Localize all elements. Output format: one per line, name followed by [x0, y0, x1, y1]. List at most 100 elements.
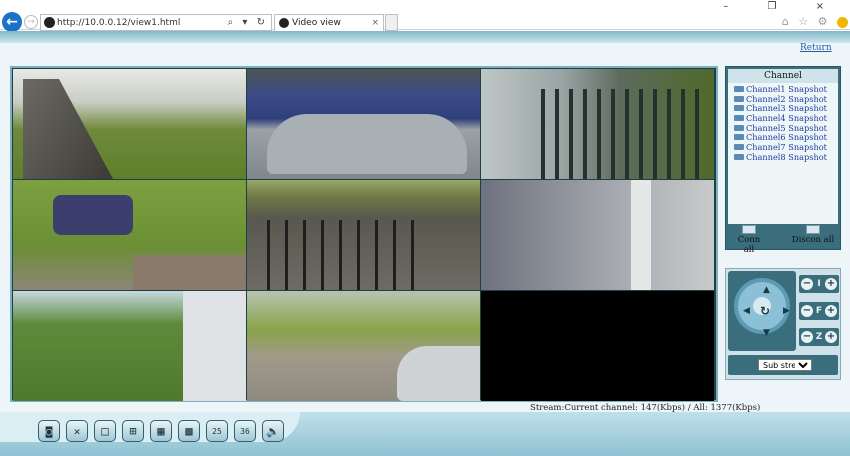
iris-plus-button[interactable]: +	[824, 278, 837, 290]
address-url[interactable]: http://10.0.0.12/view1.html	[57, 16, 180, 30]
camera-icon	[734, 134, 744, 141]
stream-select-box: Sub stream	[728, 355, 838, 375]
arrow-down-icon[interactable]: ▼	[763, 328, 770, 338]
back-button[interactable]: ←	[2, 12, 22, 32]
video-cell-2[interactable]	[247, 69, 480, 179]
zoom-label: Z	[815, 332, 823, 342]
auto-rotate-icon[interactable]: ↻	[760, 304, 770, 318]
focus-plus-button[interactable]: +	[825, 305, 837, 317]
feedback-smiley-icon[interactable]	[837, 16, 848, 28]
home-star-gear-icons[interactable]: ⌂ ☆ ⚙	[782, 15, 831, 28]
address-bar[interactable]: http://10.0.0.12/view1.html ⌕ ▾ ↻	[40, 14, 272, 31]
camera-icon	[734, 114, 744, 121]
video-cell-8[interactable]	[247, 291, 480, 401]
focus-label: F	[815, 306, 823, 316]
list-item[interactable]: Channel2 Snapshot	[734, 94, 838, 104]
channel-label[interactable]: Channel4 Snapshot	[746, 113, 827, 123]
tab-favicon-icon	[279, 18, 289, 28]
table-shape	[53, 195, 133, 235]
arrow-left-icon[interactable]: ◀	[743, 306, 750, 316]
browser-tab[interactable]: Video view ×	[274, 14, 384, 31]
video-cell-4[interactable]	[13, 180, 246, 290]
video-cell-6[interactable]	[481, 180, 714, 290]
video-grid	[10, 66, 718, 402]
video-cell-9[interactable]	[481, 291, 714, 401]
header-band	[0, 31, 850, 43]
arrow-up-icon[interactable]: ▲	[763, 285, 770, 295]
camera-icon	[734, 105, 744, 112]
ptz-ring: ▲ ▼ ◀ ▶ ↻	[734, 278, 790, 338]
audio-button[interactable]: 🔈	[262, 420, 284, 442]
layout-4-icon: ⊞	[129, 424, 137, 438]
stair-rail-shape	[267, 220, 427, 290]
layout-9-button[interactable]: ▦	[150, 420, 172, 442]
deck-shape	[133, 255, 246, 290]
iris-minus-button[interactable]: −	[801, 278, 813, 290]
video-cell-5[interactable]	[247, 180, 480, 290]
new-tab-button[interactable]	[385, 14, 398, 31]
record-button[interactable]: ◙	[38, 420, 60, 442]
focus-control: − F +	[799, 302, 839, 320]
ptz-panel: ▲ ▼ ◀ ▶ ↻ − I + − F + − Z + Sub stream	[725, 268, 841, 380]
zoom-plus-button[interactable]: +	[825, 331, 837, 343]
connect-icon	[742, 225, 756, 234]
railing-shape	[541, 89, 701, 179]
car-shape	[267, 114, 467, 174]
ptz-direction-pad: ▲ ▼ ◀ ▶ ↻	[728, 271, 796, 351]
camera-icon	[734, 124, 744, 131]
disconn-all-button[interactable]: Discon all	[790, 225, 836, 245]
zoom-minus-button[interactable]: −	[801, 331, 813, 343]
list-item[interactable]: Channel3 Snapshot	[734, 103, 838, 113]
video-cell-1[interactable]	[13, 69, 246, 179]
camera-icon	[734, 85, 744, 92]
list-item[interactable]: Channel7 Snapshot	[734, 142, 838, 152]
channel-label[interactable]: Channel3 Snapshot	[746, 103, 827, 113]
channel-list: Channel1 Snapshot Channel2 Snapshot Chan…	[728, 83, 838, 224]
channel-label[interactable]: Channel5 Snapshot	[746, 123, 827, 133]
car-shape	[397, 346, 480, 401]
layout-25-icon: 25	[212, 426, 222, 436]
tools-icon: ✕	[73, 424, 81, 438]
camera-icon	[734, 143, 744, 150]
arrow-right-icon[interactable]: ▶	[783, 306, 790, 316]
channel-label[interactable]: Channel7 Snapshot	[746, 142, 827, 152]
browser-toolbar-icons[interactable]: ⌂ ☆ ⚙	[782, 15, 848, 28]
return-link[interactable]: Return	[800, 43, 832, 53]
tab-close-icon[interactable]: ×	[371, 16, 379, 30]
list-item[interactable]: Channel1 Snapshot	[734, 84, 838, 94]
layout-1-icon: □	[101, 424, 109, 438]
channel-panel-title: Channel	[728, 69, 838, 83]
camera-icon	[734, 153, 744, 160]
layout-25-button[interactable]: 25	[206, 420, 228, 442]
zoom-control: − Z +	[799, 328, 839, 346]
layout-1-button[interactable]: □	[94, 420, 116, 442]
porch-column-shape	[631, 180, 651, 290]
window-controls[interactable]: – ❐ ×	[723, 1, 842, 12]
record-icon: ◙	[45, 424, 53, 438]
list-item[interactable]: Channel8 Snapshot	[734, 152, 838, 162]
address-actions-icons[interactable]: ⌕ ▾ ↻	[228, 15, 268, 30]
channel-label[interactable]: Channel2 Snapshot	[746, 94, 827, 104]
iris-control: − I +	[799, 275, 839, 293]
video-cell-3[interactable]	[481, 69, 714, 179]
channel-label[interactable]: Channel6 Snapshot	[746, 132, 827, 142]
layout-4-button[interactable]: ⊞	[122, 420, 144, 442]
video-cell-7[interactable]	[13, 291, 246, 401]
conn-all-button[interactable]: Conn all	[732, 225, 766, 255]
layout-16-button[interactable]: ▩	[178, 420, 200, 442]
list-item[interactable]: Channel6 Snapshot	[734, 132, 838, 142]
list-item[interactable]: Channel5 Snapshot	[734, 123, 838, 133]
speaker-icon: 🔈	[266, 424, 280, 438]
settings-button[interactable]: ✕	[66, 420, 88, 442]
channel-label[interactable]: Channel1 Snapshot	[746, 84, 827, 94]
forward-button[interactable]: →	[24, 15, 38, 29]
iris-label: I	[817, 279, 821, 289]
channel-label[interactable]: Channel8 Snapshot	[746, 152, 827, 162]
channel-panel: Channel Channel1 Snapshot Channel2 Snaps…	[725, 66, 841, 255]
stream-select[interactable]: Sub stream	[758, 359, 812, 371]
focus-minus-button[interactable]: −	[801, 305, 813, 317]
bottom-toolbar: ◙ ✕ □ ⊞ ▦ ▩ 25 36 🔈	[0, 412, 850, 456]
list-item[interactable]: Channel4 Snapshot	[734, 113, 838, 123]
conn-all-label: Conn all	[737, 235, 761, 255]
layout-36-button[interactable]: 36	[234, 420, 256, 442]
